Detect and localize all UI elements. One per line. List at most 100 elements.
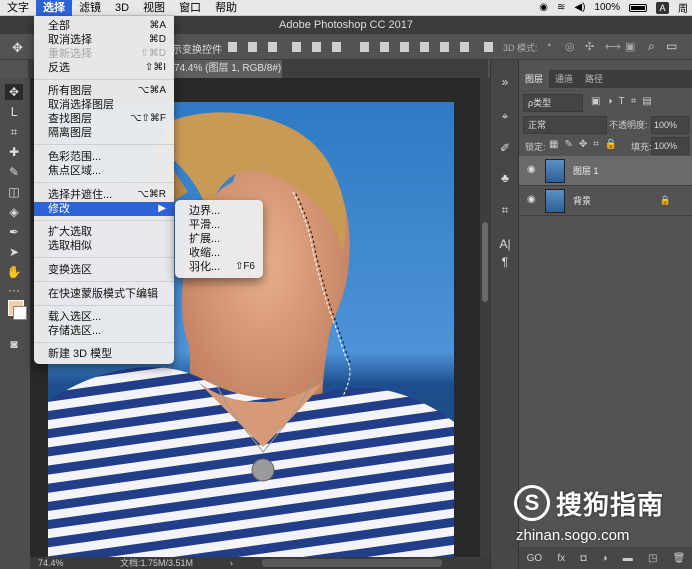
- align-vcenter-icon[interactable]: [248, 42, 257, 52]
- input-method-icon[interactable]: A: [656, 1, 669, 14]
- visibility-eye-icon[interactable]: ◉: [527, 194, 539, 206]
- gradient-tool-icon[interactable]: ◈: [5, 204, 23, 220]
- distribute-bottom-icon[interactable]: [400, 42, 409, 52]
- menu-item-smooth[interactable]: 平滑...: [175, 218, 263, 232]
- 3d-rotate-icon[interactable]: ◔: [545, 40, 552, 52]
- menu-item-select-all[interactable]: 全部 ⌘A: [34, 19, 174, 33]
- more-tools-icon[interactable]: ···: [5, 282, 23, 298]
- 3d-scale-icon[interactable]: ▣: [625, 40, 635, 53]
- lasso-tool-icon[interactable]: ᒪ: [5, 104, 23, 120]
- user-name[interactable]: 周: [678, 0, 688, 15]
- character-icon[interactable]: A|: [497, 236, 513, 252]
- zoom-level[interactable]: 74.4%: [38, 557, 64, 569]
- tab-channels[interactable]: 通道: [549, 70, 579, 88]
- brush-settings-icon[interactable]: ✐: [497, 140, 513, 156]
- delete-layer-icon[interactable]: 🗑: [673, 553, 686, 564]
- menu-view[interactable]: 视图: [136, 0, 172, 16]
- menu-item-all-layers[interactable]: 所有图层 ⌥⌘A: [34, 84, 174, 98]
- link-layers-icon[interactable]: GO: [527, 553, 543, 564]
- menu-select[interactable]: 选择: [36, 0, 72, 16]
- search-icon[interactable]: ⌕: [648, 39, 655, 54]
- status-arrow-icon[interactable]: ›: [230, 557, 233, 569]
- menu-filter[interactable]: 滤镜: [72, 0, 108, 16]
- menu-item-save-selection[interactable]: 存储选区...: [34, 324, 174, 338]
- horizontal-scroll-thumb[interactable]: [262, 559, 442, 567]
- tab-layers[interactable]: 图层: [519, 70, 550, 88]
- 3d-drag-icon[interactable]: ✣: [585, 40, 594, 53]
- filter-icons[interactable]: ▣◑T⌗▤: [591, 96, 658, 107]
- move-tool-icon[interactable]: ✥: [12, 40, 23, 56]
- distribute-vcenter-icon[interactable]: [380, 42, 389, 52]
- adjustment-layer-icon[interactable]: ◑: [602, 553, 608, 564]
- background-color-swatch[interactable]: [13, 306, 27, 320]
- document-tab[interactable]: 74.4% (图层 1, RGB/8#) *: [170, 60, 282, 92]
- shapes-icon[interactable]: ♣: [497, 170, 513, 186]
- 3d-slide-icon[interactable]: ⟷: [605, 40, 621, 53]
- transform-controls-label[interactable]: 示变换控件: [172, 41, 222, 56]
- fill-field[interactable]: 100%: [651, 137, 689, 155]
- wifi-icon[interactable]: ≋: [557, 2, 565, 13]
- align-bottom-icon[interactable]: [268, 42, 277, 52]
- 3d-roll-icon[interactable]: ◎: [565, 40, 575, 53]
- menu-window[interactable]: 窗口: [172, 0, 208, 16]
- brush-tool-icon[interactable]: ✎: [5, 164, 23, 180]
- tab-paths[interactable]: 路径: [579, 70, 609, 88]
- menu-3d[interactable]: 3D: [108, 0, 136, 16]
- distribute-right-icon[interactable]: [460, 42, 469, 52]
- layer-row[interactable]: ◉ 背景 🔒: [519, 186, 692, 216]
- menu-item-modify[interactable]: 修改 ▶: [34, 202, 174, 216]
- menu-item-color-range[interactable]: 色彩范围...: [34, 150, 174, 164]
- align-left-icon[interactable]: [292, 42, 301, 52]
- distribute-top-icon[interactable]: [360, 42, 369, 52]
- distribute-left-icon[interactable]: [420, 42, 429, 52]
- menu-item-find-layers[interactable]: 查找图层 ⌥⇧⌘F: [34, 112, 174, 126]
- menu-item-transform-selection[interactable]: 变换选区: [34, 263, 174, 277]
- siri-icon[interactable]: ◉: [539, 2, 548, 13]
- new-layer-icon[interactable]: ◳: [648, 553, 657, 564]
- add-mask-icon[interactable]: ◘: [580, 553, 586, 564]
- crop-panel-icon[interactable]: ⌗: [497, 202, 513, 218]
- menu-item-similar[interactable]: 选取相似: [34, 239, 174, 253]
- menu-item-expand[interactable]: 扩展...: [175, 232, 263, 246]
- path-select-tool-icon[interactable]: ➤: [5, 244, 23, 260]
- opacity-field[interactable]: 100%: [651, 116, 689, 134]
- layer-filter-select[interactable]: ρ类型: [523, 94, 583, 112]
- quick-mask-icon[interactable]: ◙: [5, 336, 23, 352]
- menu-item-load-selection[interactable]: 载入选区...: [34, 310, 174, 324]
- visibility-eye-icon[interactable]: ◉: [527, 164, 539, 176]
- menu-item-focus-area[interactable]: 焦点区域...: [34, 164, 174, 178]
- healing-tool-icon[interactable]: ✚: [5, 144, 23, 160]
- hand-tool-icon[interactable]: ✋: [5, 264, 23, 280]
- menu-item-feather[interactable]: 羽化... ⇧F6: [175, 260, 263, 274]
- eraser-tool-icon[interactable]: ◫: [5, 184, 23, 200]
- align-right-icon[interactable]: [332, 42, 341, 52]
- align-hcenter-icon[interactable]: [312, 42, 321, 52]
- distribute-hcenter-icon[interactable]: [440, 42, 449, 52]
- menu-help[interactable]: 帮助: [208, 0, 244, 16]
- crop-tool-icon[interactable]: ⌗: [5, 124, 23, 140]
- vertical-scrollbar[interactable]: [480, 78, 490, 557]
- menu-type[interactable]: 文字: [0, 0, 36, 16]
- menu-item-select-and-mask[interactable]: 选择并遮住... ⌥⌘R: [34, 188, 174, 202]
- volume-icon[interactable]: ◀): [574, 2, 585, 13]
- menu-item-border[interactable]: 边界...: [175, 204, 263, 218]
- vertical-scroll-thumb[interactable]: [482, 222, 488, 302]
- menu-item-deselect-layers[interactable]: 取消选择图层: [34, 98, 174, 112]
- pen-tool-icon[interactable]: ✒: [5, 224, 23, 240]
- menu-item-inverse[interactable]: 反选 ⇧⌘I: [34, 61, 174, 75]
- paragraph-icon[interactable]: ¶: [497, 254, 513, 270]
- lock-icons[interactable]: ▦✎✥⌗🔒: [549, 139, 623, 150]
- menu-item-isolate-layers[interactable]: 隔离图层: [34, 126, 174, 140]
- collapse-icon[interactable]: »: [497, 74, 513, 90]
- new-group-icon[interactable]: ▬: [623, 553, 633, 564]
- menu-item-contract[interactable]: 收缩...: [175, 246, 263, 260]
- layer-row[interactable]: ◉ 图层 1: [519, 156, 692, 186]
- menu-item-deselect[interactable]: 取消选择 ⌘D: [34, 33, 174, 47]
- align-top-icon[interactable]: [228, 42, 237, 52]
- history-icon[interactable]: ⌖: [497, 108, 513, 124]
- move-tool-icon[interactable]: ✥: [5, 84, 23, 100]
- workspace-icon[interactable]: ▭: [666, 39, 677, 53]
- menu-item-quick-mask[interactable]: 在快速蒙版模式下编辑: [34, 287, 174, 301]
- fx-icon[interactable]: fx: [557, 553, 565, 564]
- battery-icon[interactable]: [629, 3, 647, 12]
